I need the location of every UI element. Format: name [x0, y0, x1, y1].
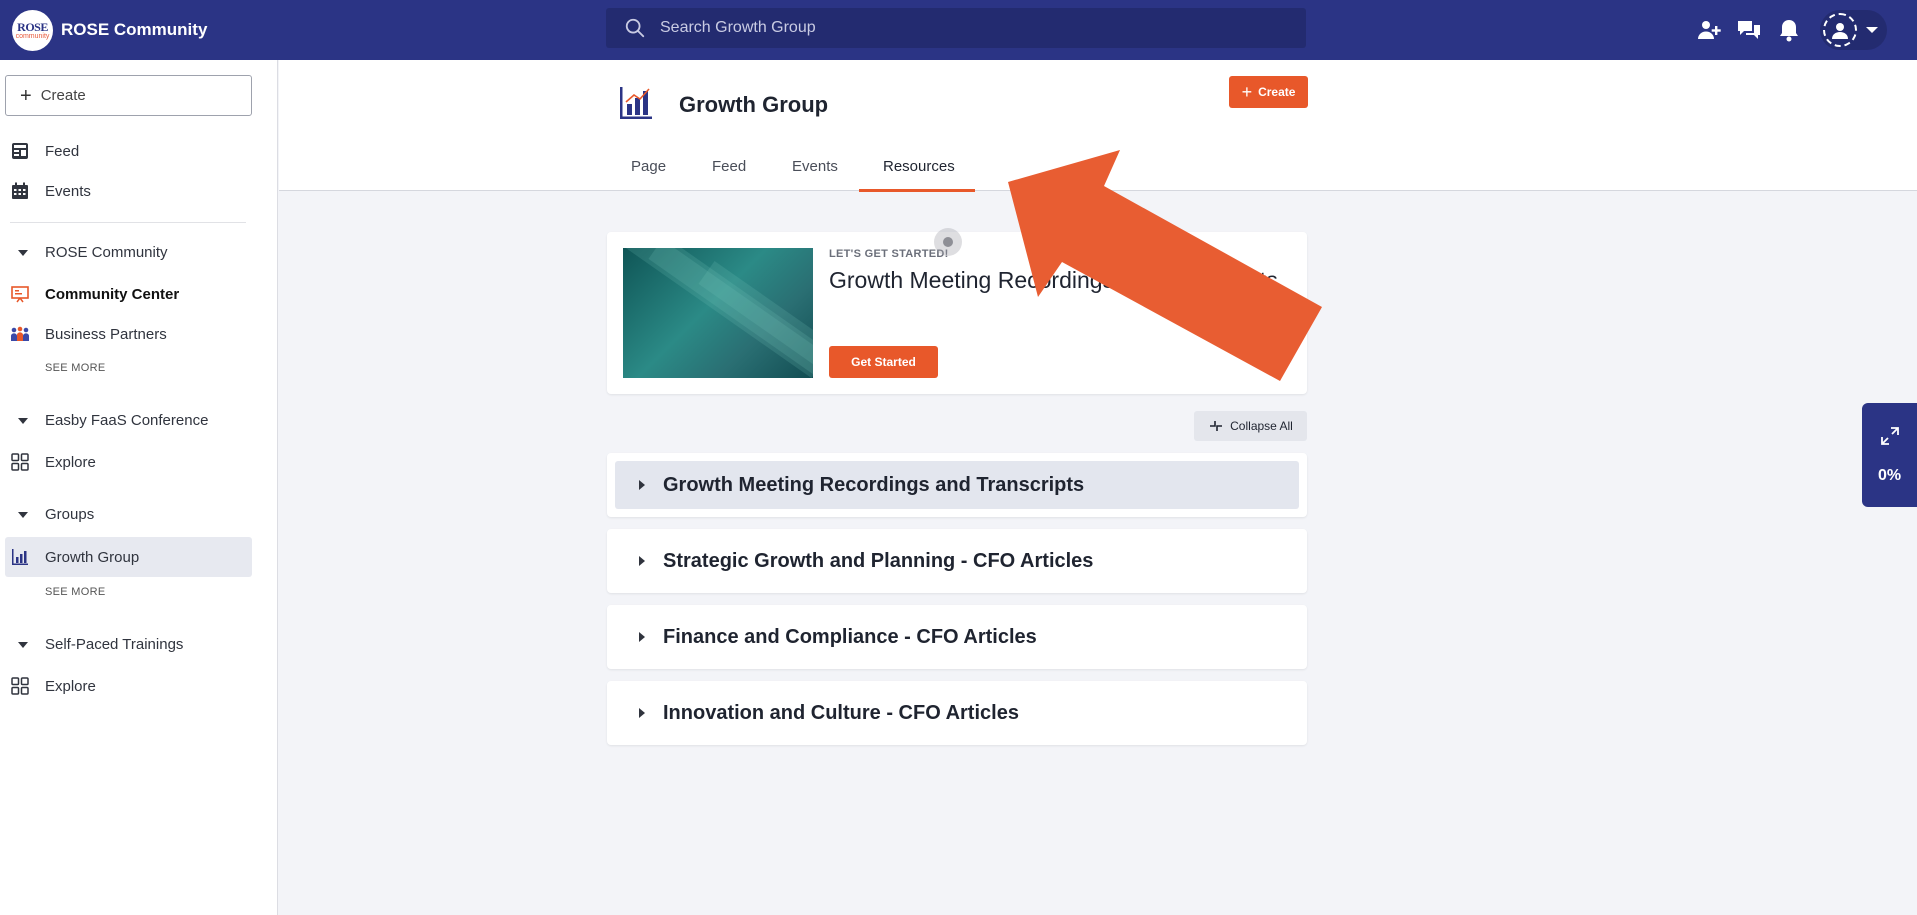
accordion-header[interactable]: Innovation and Culture - CFO Articles — [615, 689, 1299, 737]
group-header: Growth Group + Create Page Feed Events R… — [279, 60, 1917, 192]
sidebar-item-explore[interactable]: Explore — [10, 452, 96, 472]
sidebar-item-label: Growth Group — [45, 548, 140, 566]
caret-down-icon — [18, 641, 28, 648]
sidebar-item-feed[interactable]: Feed — [10, 141, 79, 161]
sidebar-item-label: Business Partners — [45, 325, 167, 343]
accordion-item[interactable]: Strategic Growth and Planning - CFO Arti… — [607, 529, 1307, 593]
add-user-icon[interactable] — [1696, 17, 1722, 43]
grid-icon — [10, 676, 30, 696]
accordion-title: Strategic Growth and Planning - CFO Arti… — [663, 549, 1094, 572]
hero-image — [623, 248, 813, 378]
brand-logo-subtext: community — [15, 32, 50, 40]
brand[interactable]: ROSE community ROSE Community — [12, 9, 208, 51]
sidebar-item-community-center[interactable]: Community Center — [10, 284, 179, 304]
sidebar-item-label: Events — [45, 182, 91, 200]
accordion-title: Innovation and Culture - CFO Articles — [663, 701, 1019, 724]
plus-icon: + — [1241, 82, 1253, 102]
accordion-title: Growth Meeting Recordings and Transcript… — [663, 473, 1085, 496]
grid-icon — [10, 452, 30, 472]
sidebar-item-label: Explore — [45, 453, 96, 471]
search-bar — [606, 8, 1306, 48]
hero-title: Growth Meeting Recordings and Transcript… — [829, 267, 1278, 293]
loading-indicator — [934, 228, 962, 256]
caret-down-icon — [18, 511, 28, 518]
sidebar-item-events[interactable]: Events — [10, 181, 91, 201]
page-title: Growth Group — [679, 92, 829, 117]
tab-resources[interactable]: Resources — [883, 158, 955, 175]
get-started-button[interactable]: Get Started — [829, 346, 938, 378]
bell-icon[interactable] — [1776, 17, 1802, 43]
user-icon — [1832, 23, 1848, 39]
collapse-all-button[interactable]: Collapse All — [1194, 411, 1307, 441]
sidebar-create-label: Create — [40, 87, 86, 104]
caret-right-icon — [639, 632, 645, 642]
caret-down-icon — [18, 417, 28, 424]
top-actions — [1696, 10, 1887, 50]
see-more-link[interactable]: SEE MORE — [45, 586, 105, 598]
tab-events[interactable]: Events — [792, 158, 838, 175]
collapse-icon — [1210, 421, 1223, 431]
chevron-down-icon — [1866, 27, 1878, 33]
people-icon — [10, 324, 30, 344]
see-more-link[interactable]: SEE MORE — [45, 362, 105, 374]
sidebar-section-label: Groups — [45, 506, 95, 523]
plus-icon: + — [20, 84, 32, 107]
feed-icon — [10, 141, 30, 161]
sidebar-divider — [10, 222, 246, 223]
accordion-item[interactable]: Finance and Compliance - CFO Articles — [607, 605, 1307, 669]
accordion-item[interactable]: Growth Meeting Recordings and Transcript… — [607, 453, 1307, 517]
progress-widget[interactable]: 0% — [1862, 403, 1917, 507]
brand-name: ROSE Community — [61, 20, 208, 39]
sidebar-item-label: Community Center — [45, 285, 180, 303]
tab-bar: Page Feed Events Resources — [279, 158, 1917, 190]
header-create-label: Create — [1258, 85, 1296, 99]
sidebar-item-explore-trainings[interactable]: Explore — [10, 676, 96, 696]
tab-feed[interactable]: Feed — [712, 158, 746, 175]
brand-logo: ROSE community — [12, 9, 53, 51]
sidebar-item-label: Explore — [45, 677, 96, 695]
search-icon — [625, 18, 645, 38]
expand-icon — [1880, 426, 1899, 445]
tab-page[interactable]: Page — [631, 158, 666, 175]
sidebar-section-rose-community[interactable]: ROSE Community — [18, 244, 168, 261]
calendar-icon — [10, 181, 30, 201]
sidebar-section-self-paced[interactable]: Self-Paced Trainings — [18, 636, 183, 653]
account-menu[interactable] — [1820, 10, 1887, 50]
brand-logo-text: ROSE — [17, 19, 48, 34]
accordion-header[interactable]: Strategic Growth and Planning - CFO Arti… — [615, 537, 1299, 585]
presentation-icon — [10, 284, 30, 304]
accordion-item[interactable]: Innovation and Culture - CFO Articles — [607, 681, 1307, 745]
collapse-all-label: Collapse All — [1230, 419, 1293, 433]
sidebar-section-label: Self-Paced Trainings — [45, 636, 184, 653]
sidebar-item-business-partners[interactable]: Business Partners — [10, 324, 167, 344]
sidebar-section-groups[interactable]: Groups — [18, 506, 94, 523]
active-tab-indicator — [859, 189, 975, 192]
sidebar-item-growth-group[interactable]: Growth Group — [10, 547, 139, 567]
hero-card: LET'S GET STARTED! Growth Meeting Record… — [607, 232, 1307, 394]
accordion-header[interactable]: Finance and Compliance - CFO Articles — [615, 613, 1299, 661]
sidebar: + Create Feed Events ROSE Community Comm… — [0, 60, 278, 915]
caret-right-icon — [639, 708, 645, 718]
sidebar-create-button[interactable]: + Create — [5, 75, 252, 116]
search-input[interactable] — [660, 19, 1260, 37]
caret-right-icon — [639, 480, 645, 490]
top-nav-bar: ROSE community ROSE Community — [0, 0, 1917, 60]
hero-eyebrow: LET'S GET STARTED! — [829, 248, 949, 260]
caret-right-icon — [639, 556, 645, 566]
sidebar-section-easby-faas[interactable]: Easby FaaS Conference — [18, 412, 208, 429]
bar-chart-icon — [10, 547, 30, 567]
sidebar-item-label: Feed — [45, 142, 80, 160]
header-create-button[interactable]: + Create — [1229, 76, 1308, 108]
caret-down-icon — [18, 249, 28, 256]
sidebar-section-label: ROSE Community — [45, 244, 168, 261]
sidebar-section-label: Easby FaaS Conference — [45, 412, 209, 429]
avatar — [1823, 13, 1857, 47]
chat-icon[interactable] — [1736, 17, 1762, 43]
progress-percent: 0% — [1877, 466, 1902, 484]
accordion-title: Finance and Compliance - CFO Articles — [663, 625, 1037, 648]
bar-chart-icon — [619, 86, 653, 125]
accordion-header[interactable]: Growth Meeting Recordings and Transcript… — [615, 461, 1299, 509]
